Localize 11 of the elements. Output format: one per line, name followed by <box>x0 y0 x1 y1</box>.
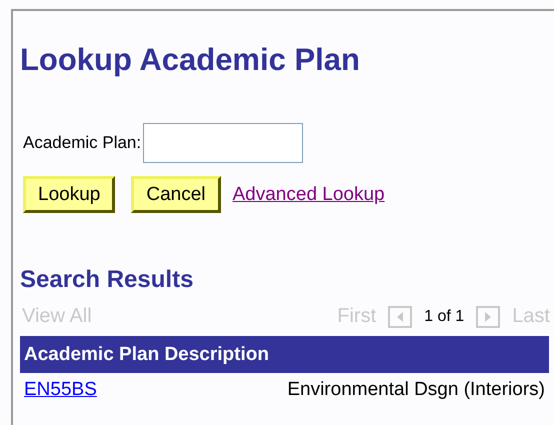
section-title: Search Results <box>20 265 194 295</box>
field-label: Academic Plan: <box>23 133 142 153</box>
plan-code-link[interactable]: EN55BS <box>24 379 97 400</box>
column-header: Academic Plan Description <box>20 336 549 373</box>
page-title: Lookup Academic Plan <box>20 41 360 79</box>
table-cell: Environmental Dsgn (Interiors) <box>143 373 549 407</box>
advanced-lookup-link[interactable]: Advanced Lookup <box>232 184 385 206</box>
lookup-button[interactable]: Lookup <box>23 176 116 213</box>
cancel-button[interactable]: Cancel <box>131 176 220 213</box>
academic-plan-field[interactable] <box>143 123 304 163</box>
page-count: 1 of 1 <box>424 308 464 326</box>
